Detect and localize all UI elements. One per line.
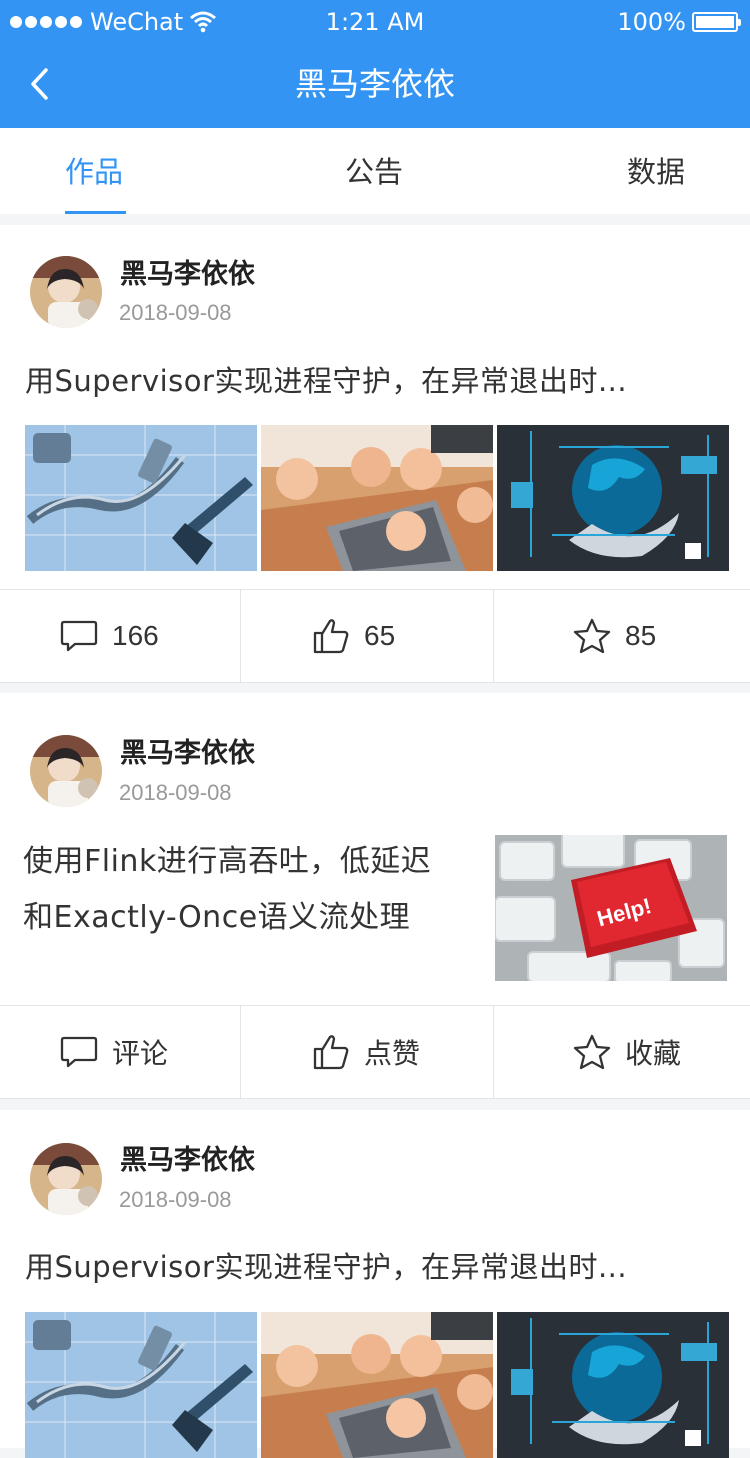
help-key-image[interactable]: Help! [495, 835, 727, 981]
comment-count: 166 [112, 620, 159, 651]
digital-globe-image[interactable] [497, 1312, 729, 1458]
like-button[interactable]: 点赞 [312, 1006, 420, 1098]
post-title-line-2: 和Exactly-Once语义流处理 [23, 900, 411, 935]
like-button[interactable]: 65 [312, 590, 395, 682]
post-card[interactable]: 黑马李依依 2018-09-08 用Supervisor实现进程守护，在异常退出… [0, 1110, 750, 1458]
action-bar: 评论 点赞 收藏 [0, 1005, 750, 1099]
post-date: 2018-09-08 [119, 1187, 232, 1212]
like-icon [313, 1035, 349, 1070]
post-card[interactable]: 黑马李依依 2018-09-08 用Supervisor实现进程守护，在异常退出… [0, 225, 750, 683]
favorite-count: 85 [625, 620, 657, 651]
post-date: 2018-09-08 [119, 300, 232, 325]
post-date: 2018-09-08 [119, 780, 232, 805]
star-icon [573, 618, 611, 654]
like-icon [313, 619, 349, 654]
tab-bar: 作品 公告 数据 [0, 128, 750, 214]
action-divider [493, 1006, 494, 1098]
post-title[interactable]: 使用Flink进行高吞吐，低延迟 和Exactly-Once语义流处理 [23, 834, 483, 946]
status-bar: WeChat 1:21 AM 100% [0, 0, 750, 42]
avatar[interactable] [30, 735, 102, 807]
wrench-image[interactable] [25, 425, 257, 571]
post-title[interactable]: 用Supervisor实现进程守护，在异常退出时... [25, 361, 627, 401]
action-bar: 166 65 85 [0, 589, 750, 683]
like-count: 65 [364, 620, 396, 651]
post-title[interactable]: 用Supervisor实现进程守护，在异常退出时... [25, 1247, 627, 1287]
action-divider [240, 1006, 241, 1098]
tab-announcements[interactable]: 公告 [345, 152, 403, 192]
star-icon [573, 1034, 611, 1070]
battery-icon [692, 12, 741, 32]
avatar[interactable] [30, 1143, 102, 1215]
comment-button[interactable]: 评论 [60, 1006, 168, 1098]
favorite-button[interactable]: 收藏 [573, 1006, 681, 1098]
header: WeChat 1:21 AM 100% 黑马李依依 [0, 0, 750, 128]
thumbs-up-image[interactable] [261, 1312, 493, 1458]
post-card[interactable]: 黑马李依依 2018-09-08 使用Flink进行高吞吐，低延迟 和Exact… [0, 693, 750, 1099]
favorite-label: 收藏 [625, 1038, 682, 1069]
comment-icon [60, 620, 98, 652]
comment-icon [60, 1036, 98, 1068]
like-label: 点赞 [364, 1038, 421, 1069]
page-title: 黑马李依依 [294, 65, 455, 103]
comment-label: 评论 [112, 1038, 169, 1069]
battery-label: 100% [617, 8, 686, 36]
status-right: 100% [617, 8, 741, 36]
action-divider [493, 590, 494, 682]
comment-button[interactable]: 166 [60, 590, 159, 682]
nav-bar: 黑马李依依 [0, 42, 750, 128]
digital-globe-image[interactable] [497, 425, 729, 571]
avatar[interactable] [30, 256, 102, 328]
author-name[interactable]: 黑马李依依 [120, 736, 255, 772]
active-tab-indicator [65, 211, 126, 214]
thumbs-up-image[interactable] [261, 425, 493, 571]
post-title-line-1: 使用Flink进行高吞吐，低延迟 [23, 844, 432, 879]
wrench-image[interactable] [25, 1312, 257, 1458]
author-name[interactable]: 黑马李依依 [120, 257, 255, 293]
author-name[interactable]: 黑马李依依 [120, 1143, 255, 1179]
tab-works[interactable]: 作品 [65, 152, 123, 192]
action-divider [240, 590, 241, 682]
favorite-button[interactable]: 85 [573, 590, 656, 682]
tab-data[interactable]: 数据 [627, 152, 685, 192]
